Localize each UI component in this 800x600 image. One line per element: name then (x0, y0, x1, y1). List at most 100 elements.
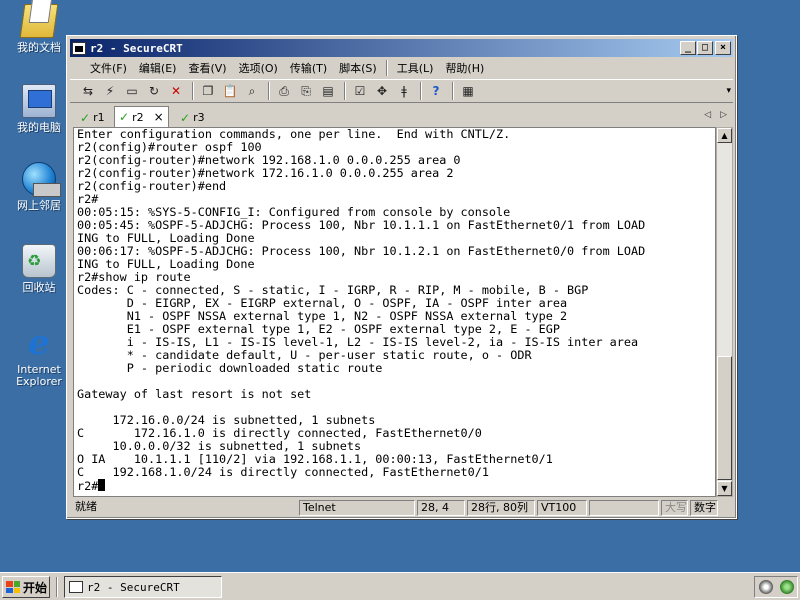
desktop-icon-label: 网上邻居 (17, 199, 61, 212)
status-protocol: Telnet (299, 500, 415, 516)
printer-icon[interactable]: ▤ (318, 82, 338, 100)
toolbar-chevron-icon[interactable]: ▾ (726, 86, 731, 96)
toolbar-separator (452, 82, 454, 100)
desktop-icon-label: 我的文档 (17, 41, 61, 54)
tab-close-icon[interactable]: × (154, 110, 164, 124)
tray-network-icon[interactable] (779, 580, 794, 594)
tray-volume-icon[interactable] (758, 580, 773, 594)
network-places-icon (22, 162, 61, 197)
status-emulation: VT100 (537, 500, 587, 516)
keypad-icon[interactable]: ▦ (458, 82, 478, 100)
connected-check-icon: ✓ (80, 110, 91, 125)
reconnect-icon[interactable]: ↻ (144, 82, 164, 100)
windows-logo-icon (6, 581, 20, 593)
find-icon[interactable]: ⌕ (242, 82, 262, 100)
menu-options[interactable]: 选项(O) (233, 60, 284, 76)
vertical-scrollbar[interactable]: ▲ ▼ (716, 127, 733, 497)
connect-icon[interactable]: ⇆ (78, 82, 98, 100)
menu-bar: 文件(F) 编辑(E) 查看(V) 选项(O) 传输(T) 脚本(S) 工具(L… (70, 58, 733, 78)
toolbar-separator (268, 82, 270, 100)
desktop-icon-my-computer[interactable]: 我的电脑 (6, 84, 72, 134)
print-selection-icon[interactable]: ⎘ (296, 82, 316, 100)
terminal-prompt: r2# (77, 479, 99, 493)
taskbar-item-label: r2 - SecureCRT (87, 580, 180, 594)
status-ready: 就绪 (75, 500, 97, 513)
securecrt-window: r2 - SecureCRT _ □ × 文件(F) 编辑(E) 查看(V) 选… (66, 35, 737, 519)
session-options-icon[interactable]: ☑ (350, 82, 370, 100)
start-label: 开始 (23, 580, 48, 595)
tab-label: r3 (193, 111, 205, 124)
connect-in-tab-icon[interactable]: ▭ (122, 82, 142, 100)
tab-scroll-left-icon[interactable]: ◁ (704, 110, 711, 120)
session-tab-bar: ✓ r1 ✓ r2 × ✓ r3 ◁ ▷ (70, 105, 733, 127)
print-icon[interactable]: ⎙ (274, 82, 294, 100)
status-empty (589, 500, 659, 516)
desktop-icon-recycle-bin[interactable]: 回收站 (6, 244, 72, 294)
menu-separator (385, 60, 388, 76)
toolbar: ⇆ ⚡ ▭ ↻ ✕ ❐ 📋 ⌕ ⎙ ⎘ ▤ ☑ ✥ ǂ ? ▦ ▾ (70, 79, 733, 103)
tab-label: r2 (132, 110, 144, 124)
recycle-bin-icon (22, 244, 56, 278)
menu-tools[interactable]: 工具(L) (391, 60, 440, 76)
terminal-output: Enter configuration commands, one per li… (74, 128, 715, 493)
status-bar: 就绪 Telnet 28, 4 28行, 80列 VT100 大写 数字 (70, 499, 733, 517)
terminal-screen[interactable]: Enter configuration commands, one per li… (73, 127, 716, 497)
paste-icon[interactable]: 📋 (220, 82, 240, 100)
tab-scroll-right-icon[interactable]: ▷ (720, 110, 727, 120)
global-options-icon[interactable]: ✥ (372, 82, 392, 100)
terminal-line: C 192.168.1.0/24 is directly connected, … (77, 465, 489, 479)
taskbar-separator (56, 577, 58, 597)
desktop-icon-label: 我的电脑 (17, 121, 61, 134)
menu-script[interactable]: 脚本(S) (333, 60, 383, 76)
terminal-line: P - periodic downloaded static route (77, 361, 383, 375)
status-terminal-size: 28行, 80列 (467, 500, 535, 516)
menu-transfer[interactable]: 传输(T) (284, 60, 333, 76)
menu-view[interactable]: 查看(V) (182, 60, 232, 76)
securecrt-app-icon (72, 41, 86, 55)
tab-r2[interactable]: ✓ r2 × (114, 106, 169, 127)
scroll-down-icon[interactable]: ▼ (717, 481, 732, 496)
terminal-cursor (98, 479, 106, 491)
tab-label: r1 (93, 111, 105, 124)
copy-icon[interactable]: ❐ (198, 82, 218, 100)
tab-r3[interactable]: ✓ r3 (176, 108, 209, 127)
help-icon[interactable]: ? (426, 82, 446, 100)
desktop-icon-network-places[interactable]: 网上邻居 (6, 162, 72, 212)
disconnect-icon[interactable]: ✕ (166, 82, 186, 100)
connected-check-icon: ✓ (119, 110, 130, 124)
quick-connect-icon[interactable]: ⚡ (100, 82, 120, 100)
title-bar[interactable]: r2 - SecureCRT _ □ × (70, 39, 733, 57)
window-title: r2 - SecureCRT (90, 41, 183, 55)
securecrt-taskbar-icon (69, 581, 83, 593)
scroll-up-icon[interactable]: ▲ (717, 128, 732, 143)
system-tray (754, 576, 798, 598)
status-num-lock: 数字 (690, 500, 718, 516)
connected-check-icon: ✓ (180, 110, 191, 125)
toolbar-separator (420, 82, 422, 100)
terminal-prompt-line: r2# (77, 479, 715, 493)
terminal-line: r2(config-router)#end (77, 179, 227, 193)
toolbar-separator (344, 82, 346, 100)
menu-file[interactable]: 文件(F) (84, 60, 133, 76)
scrollbar-thumb[interactable] (717, 356, 732, 480)
desktop-icon-internet-explorer[interactable]: e Internet Explorer (6, 326, 72, 388)
start-button[interactable]: 开始 (2, 576, 50, 598)
menu-help[interactable]: 帮助(H) (439, 60, 490, 76)
status-caps-lock: 大写 (661, 500, 688, 516)
menu-edit[interactable]: 编辑(E) (133, 60, 183, 76)
toolbar-separator (192, 82, 194, 100)
tab-r1[interactable]: ✓ r1 (76, 108, 109, 127)
desktop-icon-label: Internet Explorer (16, 363, 62, 388)
terminal-line: Gateway of last resort is not set (77, 387, 312, 401)
taskbar-item-securecrt[interactable]: r2 - SecureCRT (64, 576, 222, 598)
key-map-icon[interactable]: ǂ (394, 82, 414, 100)
maximize-button[interactable]: □ (697, 41, 713, 55)
internet-explorer-icon: e (28, 323, 50, 363)
status-cursor-position: 28, 4 (417, 500, 465, 516)
desktop-icon-my-documents[interactable]: 我的文档 (6, 4, 72, 54)
taskbar: 开始 r2 - SecureCRT (0, 572, 800, 600)
my-computer-icon (22, 84, 56, 118)
minimize-button[interactable]: _ (680, 41, 696, 55)
desktop-icon-label: 回收站 (22, 281, 56, 294)
close-button[interactable]: × (715, 41, 731, 55)
